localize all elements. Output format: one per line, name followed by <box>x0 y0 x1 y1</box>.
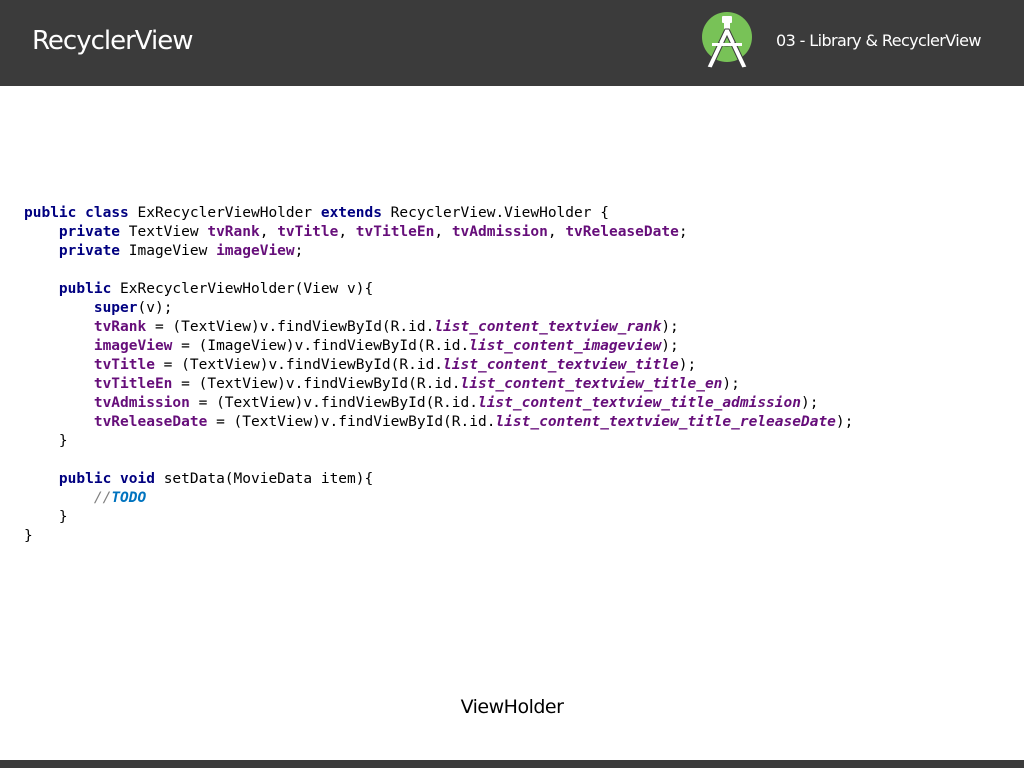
code-field: tvRank <box>207 224 260 240</box>
code-text: , <box>259 224 278 240</box>
code-text: = (TextView)v.findViewById(R.id. <box>207 414 496 430</box>
code-field: tvAdmission <box>451 224 548 240</box>
code-text: ); <box>835 414 854 430</box>
code-keyword: public <box>24 205 77 221</box>
code-text: ; <box>678 224 688 240</box>
code-text: ); <box>661 319 679 335</box>
code-text: ExRecyclerViewHolder <box>128 205 321 221</box>
code-resource-id: list_content_textview_title_admission <box>477 395 801 411</box>
code-keyword: extends <box>320 205 382 221</box>
slide-footer-bar <box>0 760 1024 768</box>
code-text: ); <box>800 395 819 411</box>
code-line: public class ExRecyclerViewHolder extend… <box>24 204 853 223</box>
code-line: private ImageView imageView; <box>24 242 853 261</box>
code-line: super(v); <box>24 299 853 318</box>
android-studio-logo-icon <box>702 12 752 69</box>
code-field: tvReleaseDate <box>565 224 679 240</box>
code-text: , <box>434 224 452 240</box>
code-keyword: class <box>85 205 129 221</box>
code-keyword: void <box>120 471 155 487</box>
code-block: public class ExRecyclerViewHolder extend… <box>24 204 853 546</box>
code-text: = (ImageView)v.findViewById(R.id. <box>172 338 470 354</box>
code-text: } <box>24 528 33 544</box>
code-line: //TODO <box>24 489 853 508</box>
code-text: setData(MovieData item){ <box>154 471 374 487</box>
code-text: ); <box>722 376 740 392</box>
code-text: = (TextView)v.findViewById(R.id. <box>154 357 444 373</box>
code-text: = (TextView)v.findViewById(R.id. <box>172 376 461 392</box>
code-todo: TODO <box>111 490 147 506</box>
slide-caption: ViewHolder <box>460 696 564 718</box>
code-text: TextView <box>120 224 208 240</box>
code-field: tvRank <box>93 319 147 335</box>
code-resource-id: list_content_textview_title <box>443 357 679 373</box>
code-resource-id: list_content_textview_title_releaseDate <box>495 414 836 430</box>
code-keyword: private <box>58 224 121 240</box>
code-text: , <box>547 224 566 240</box>
code-line: tvTitle = (TextView)v.findViewById(R.id.… <box>24 356 853 375</box>
code-line: private TextView tvRank, tvTitle, tvTitl… <box>24 223 853 242</box>
code-line: tvTitleEn = (TextView)v.findViewById(R.i… <box>24 375 853 394</box>
code-line: public void setData(MovieData item){ <box>24 470 853 489</box>
code-resource-id: list_content_textview_title_en <box>460 376 723 392</box>
code-resource-id: list_content_imageview <box>469 338 662 354</box>
code-text: , <box>338 224 356 240</box>
code-line: tvRank = (TextView)v.findViewById(R.id.l… <box>24 318 853 337</box>
code-keyword: private <box>58 243 121 259</box>
code-text: ; <box>294 243 304 259</box>
code-text: ); <box>661 338 679 354</box>
code-keyword: public <box>58 471 112 487</box>
slide-header: RecyclerView 03 - Library & RecyclerView <box>0 0 1024 86</box>
code-field: tvTitle <box>93 357 155 373</box>
code-text: ImageView <box>120 243 217 259</box>
code-line: } <box>24 527 853 546</box>
section-label: 03 - Library & RecyclerView <box>776 31 981 50</box>
code-text: } <box>24 433 68 449</box>
code-line: } <box>24 432 853 451</box>
code-field: tvTitleEn <box>355 224 435 240</box>
code-keyword: public <box>58 281 112 297</box>
slide-title: RecyclerView <box>32 26 193 56</box>
code-line: imageView = (ImageView)v.findViewById(R.… <box>24 337 853 356</box>
code-text: = (TextView)v.findViewById(R.id. <box>189 395 478 411</box>
code-keyword: super <box>93 300 138 316</box>
code-text: RecyclerView.ViewHolder { <box>381 205 609 221</box>
code-text: ); <box>678 357 697 373</box>
code-field: imageView <box>216 243 295 259</box>
code-field: tvTitleEn <box>93 376 173 392</box>
code-text: } <box>24 509 68 525</box>
code-field: tvAdmission <box>93 395 190 411</box>
code-resource-id: list_content_textview_rank <box>434 319 662 335</box>
code-line: public ExRecyclerViewHolder(View v){ <box>24 280 853 299</box>
code-text: ExRecyclerViewHolder(View v){ <box>111 281 374 297</box>
code-field: imageView <box>93 338 173 354</box>
code-field: tvTitle <box>277 224 339 240</box>
code-comment: // <box>93 490 112 506</box>
code-line: tvReleaseDate = (TextView)v.findViewById… <box>24 413 854 432</box>
code-text: (v); <box>137 300 173 316</box>
code-line: } <box>24 508 853 527</box>
code-field: tvReleaseDate <box>93 414 208 430</box>
code-line: tvAdmission = (TextView)v.findViewById(R… <box>24 394 853 413</box>
code-text: = (TextView)v.findViewById(R.id. <box>146 319 435 335</box>
